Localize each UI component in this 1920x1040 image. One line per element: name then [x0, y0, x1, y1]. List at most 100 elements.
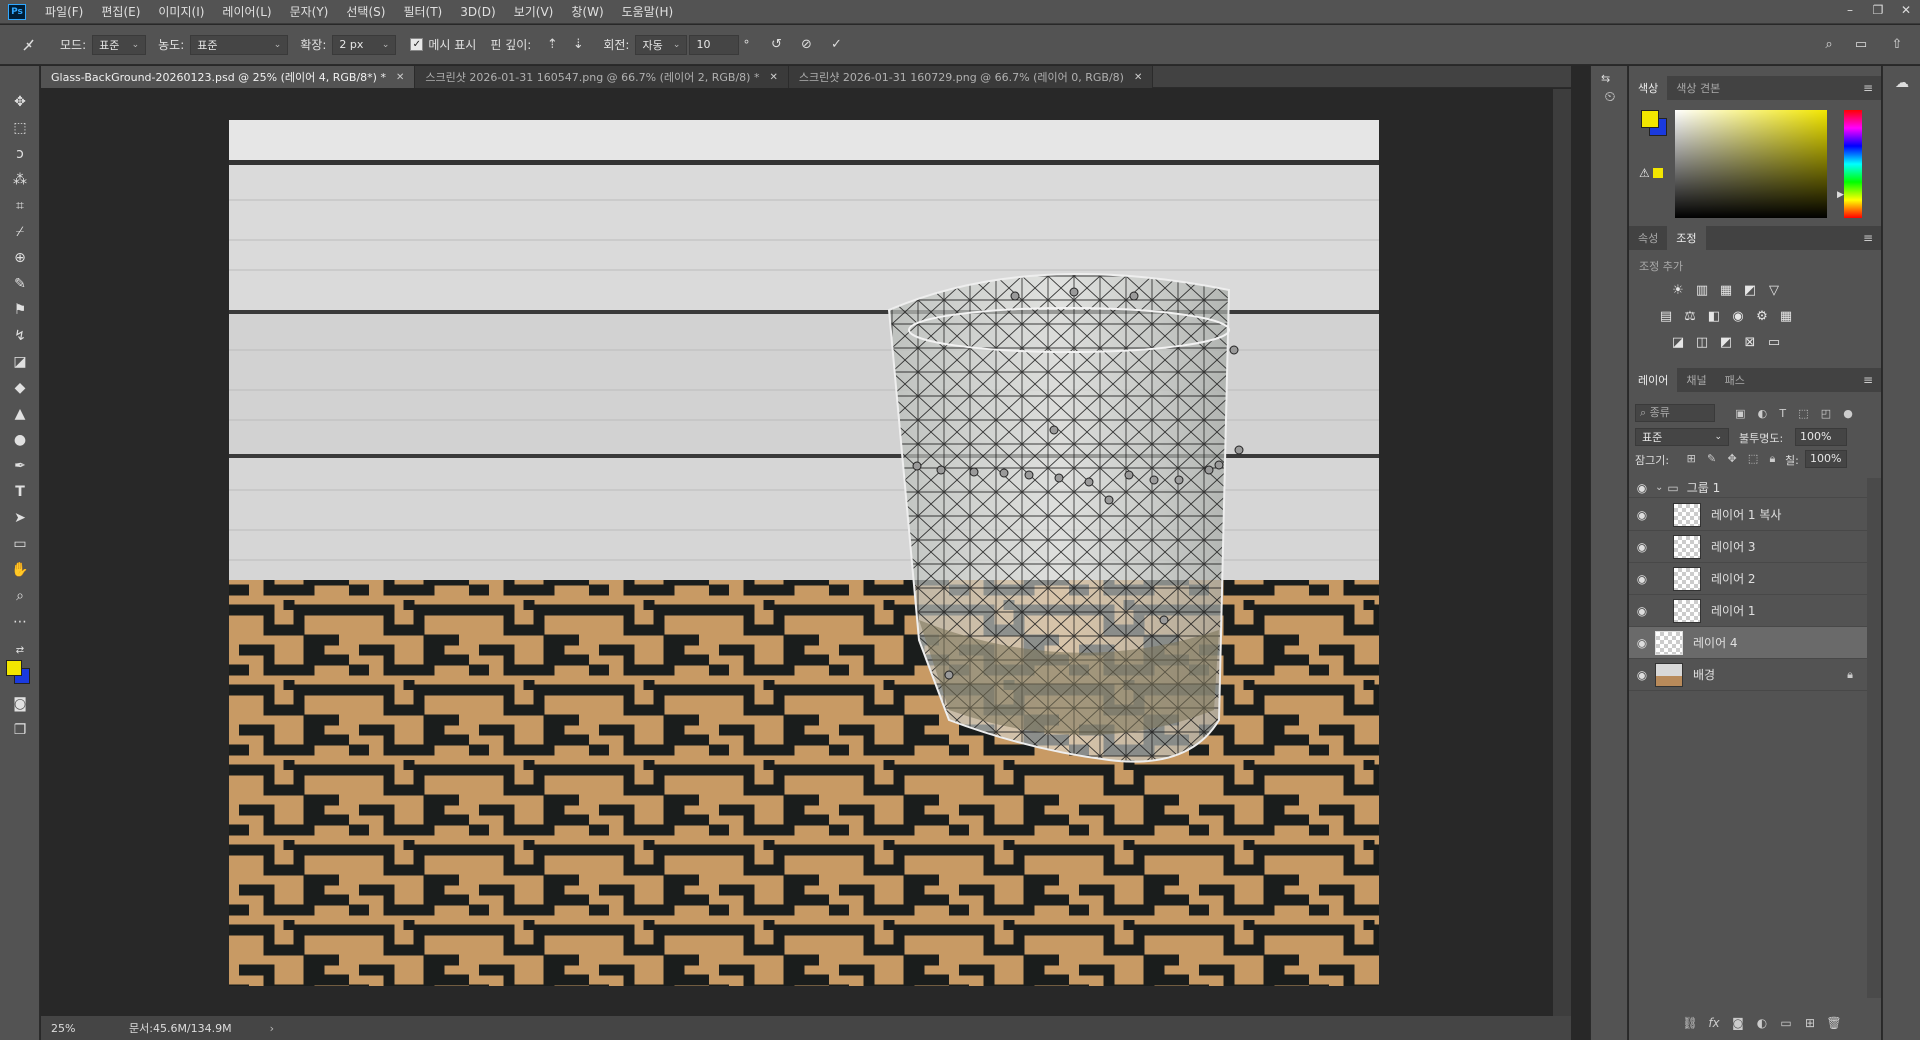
menu-view[interactable]: 보기(V) — [505, 0, 563, 24]
menu-layer[interactable]: 레이어(L) — [213, 0, 280, 24]
opacity-input[interactable]: 100% — [1795, 428, 1847, 446]
fill-input[interactable]: 100% — [1805, 450, 1847, 468]
menu-type[interactable]: 문자(Y) — [281, 0, 338, 24]
black-white-icon[interactable]: ◧ — [1705, 308, 1723, 324]
shape-filter-icon[interactable]: ⬚ — [1798, 407, 1808, 420]
magic-wand-tool-icon[interactable]: ⁂ — [6, 168, 34, 192]
new-group-icon[interactable]: ▭ — [1777, 1014, 1795, 1032]
menu-select[interactable]: 선택(S) — [337, 0, 394, 24]
expand-input[interactable]: 2 px ⌄ — [332, 34, 397, 55]
layer-row-layer-1[interactable]: ◉ 레이어 1 — [1629, 595, 1867, 627]
restore-button[interactable]: ❐ — [1864, 0, 1892, 20]
commit-warp-icon[interactable]: ✓ — [825, 34, 847, 56]
vibrance-icon[interactable]: ▽ — [1765, 282, 1783, 298]
tab-screenshot-160547[interactable]: 스크린샷 2026-01-31 160547.png @ 66.7% (레이어 … — [415, 66, 789, 88]
layers-scrollbar[interactable] — [1867, 478, 1881, 998]
more-tools-icon[interactable]: ⋯ — [6, 610, 34, 634]
path-selection-icon[interactable]: ➤ — [6, 506, 34, 530]
paint-bucket-icon[interactable]: ◆ — [6, 376, 34, 400]
menu-image[interactable]: 이미지(I) — [149, 0, 213, 24]
lock-image-icon[interactable]: ✎ — [1707, 452, 1716, 466]
stamp-tool-icon[interactable]: ⚑ — [6, 298, 34, 322]
document-canvas[interactable] — [229, 120, 1379, 986]
adjustment-filter-icon[interactable]: ◐ — [1758, 407, 1768, 420]
exposure-icon[interactable]: ◩ — [1741, 282, 1759, 298]
layer-row-background[interactable]: ◉ 배경 🔒︎ — [1629, 659, 1867, 691]
posterize-icon[interactable]: ◫ — [1693, 334, 1711, 350]
rotate-mode-select[interactable]: 자동 ⌄ — [635, 34, 688, 55]
smart-object-filter-icon[interactable]: ◰ — [1821, 407, 1831, 420]
channel-mixer-icon[interactable]: ⚙ — [1753, 308, 1771, 324]
panel-menu-icon[interactable]: ≡ — [1863, 81, 1873, 95]
gradient-map-icon[interactable]: ▭ — [1765, 334, 1783, 350]
trash-icon[interactable]: 🗑︎ — [1825, 1014, 1843, 1032]
panel-menu-icon[interactable]: ≡ — [1863, 373, 1873, 387]
lock-icon[interactable]: 🔒︎ — [1847, 668, 1853, 682]
menu-3d[interactable]: 3D(D) — [451, 0, 504, 24]
puppet-warp-tool-icon[interactable] — [18, 34, 40, 56]
threshold-icon[interactable]: ◩ — [1717, 334, 1735, 350]
levels-icon[interactable]: ▥ — [1693, 282, 1711, 298]
layer-row-group-1[interactable]: ◉ ⌄ ▭ 그룹 1 — [1629, 478, 1867, 498]
eye-icon[interactable]: ◉ — [1629, 481, 1655, 495]
move-tool-icon[interactable]: ✥ — [6, 90, 34, 114]
filter-toggle-icon[interactable]: ● — [1843, 407, 1853, 420]
layer-row-layer-4[interactable]: ◉ 레이어 4 — [1629, 627, 1867, 659]
quick-mask-icon[interactable]: ◙ — [6, 692, 34, 716]
color-fg-swatch[interactable] — [1641, 110, 1659, 128]
show-mesh-checkbox[interactable]: ✓ — [410, 38, 424, 51]
tab-layers[interactable]: 레이어 — [1629, 368, 1678, 392]
close-button[interactable]: ✕ — [1892, 0, 1920, 20]
tab-glass-background[interactable]: Glass-BackGround-20260123.psd @ 25% (레이어… — [41, 66, 416, 88]
new-adjustment-icon[interactable]: ◐ — [1753, 1014, 1771, 1032]
density-select[interactable]: 표준 ⌄ — [190, 34, 289, 55]
hue-saturation-icon[interactable]: ▤ — [1657, 308, 1675, 324]
rotate-angle-input[interactable]: 10 — [689, 34, 740, 55]
blur-tool-icon[interactable]: ▲ — [6, 402, 34, 426]
eyedropper-tool-icon[interactable]: ⌿ — [6, 220, 34, 244]
minimize-button[interactable]: – — [1836, 0, 1864, 20]
pen-tool-icon[interactable]: ✒ — [6, 454, 34, 478]
eraser-tool-icon[interactable]: ◪ — [6, 350, 34, 374]
menu-window[interactable]: 창(W) — [562, 0, 612, 24]
eye-icon[interactable]: ◉ — [1629, 540, 1655, 554]
brightness-icon[interactable]: ☀ — [1669, 282, 1687, 298]
curves-icon[interactable]: ▦ — [1717, 282, 1735, 298]
eye-icon[interactable]: ◉ — [1629, 508, 1655, 522]
invert-icon[interactable]: ◪ — [1669, 334, 1687, 350]
history-brush-icon[interactable]: ↯ — [6, 324, 34, 348]
workspace-icon[interactable]: ▭ — [1850, 34, 1872, 56]
status-arrow-icon[interactable]: › — [270, 1022, 274, 1035]
screen-mode-icon[interactable]: ❐ — [6, 718, 34, 742]
tab-properties[interactable]: 속성 — [1629, 226, 1667, 250]
chevron-down-icon[interactable]: ⌄ — [1655, 482, 1663, 493]
layer-row-layer-1-copy[interactable]: ◉ 레이어 1 복사 — [1629, 499, 1867, 531]
share-icon[interactable]: ⇧ — [1886, 34, 1908, 56]
search-icon[interactable]: ⌕ — [1818, 34, 1840, 56]
link-layers-icon[interactable]: ⛓ — [1681, 1014, 1699, 1032]
marquee-tool-icon[interactable]: ⬚ — [6, 116, 34, 140]
color-balance-icon[interactable]: ⚖ — [1681, 308, 1699, 324]
lasso-tool-icon[interactable]: ↄ — [6, 142, 34, 166]
add-mask-icon[interactable]: ◙ — [1729, 1014, 1747, 1032]
close-icon[interactable]: ✕ — [396, 72, 404, 83]
menu-edit[interactable]: 편집(E) — [92, 0, 149, 24]
tab-adjustments[interactable]: 조정 — [1667, 226, 1706, 250]
menu-file[interactable]: 파일(F) — [36, 0, 92, 24]
libraries-icon[interactable]: ☁ — [1891, 72, 1913, 94]
eye-icon[interactable]: ◉ — [1629, 604, 1655, 618]
lock-position-icon[interactable]: ✥ — [1727, 452, 1736, 466]
healing-tool-icon[interactable]: ⊕ — [6, 246, 34, 270]
layer-row-layer-3[interactable]: ◉ 레이어 3 — [1629, 531, 1867, 563]
layer-row-layer-2[interactable]: ◉ 레이어 2 — [1629, 563, 1867, 595]
lock-transparency-icon[interactable]: ⊞ — [1687, 452, 1696, 466]
hue-slider[interactable] — [1844, 110, 1862, 218]
foreground-color-swatch-top[interactable] — [6, 660, 22, 676]
panel-menu-icon[interactable]: ≡ — [1863, 231, 1873, 245]
blend-mode-select[interactable]: 표준 ⌄ — [1635, 428, 1729, 446]
zoom-tool-icon[interactable]: ⌕ — [6, 584, 34, 608]
eye-icon[interactable]: ◉ — [1629, 668, 1655, 682]
fx-icon[interactable]: fx — [1705, 1014, 1723, 1032]
tab-color[interactable]: 색상 — [1629, 76, 1668, 100]
menu-filter[interactable]: 필터(T) — [394, 0, 451, 24]
